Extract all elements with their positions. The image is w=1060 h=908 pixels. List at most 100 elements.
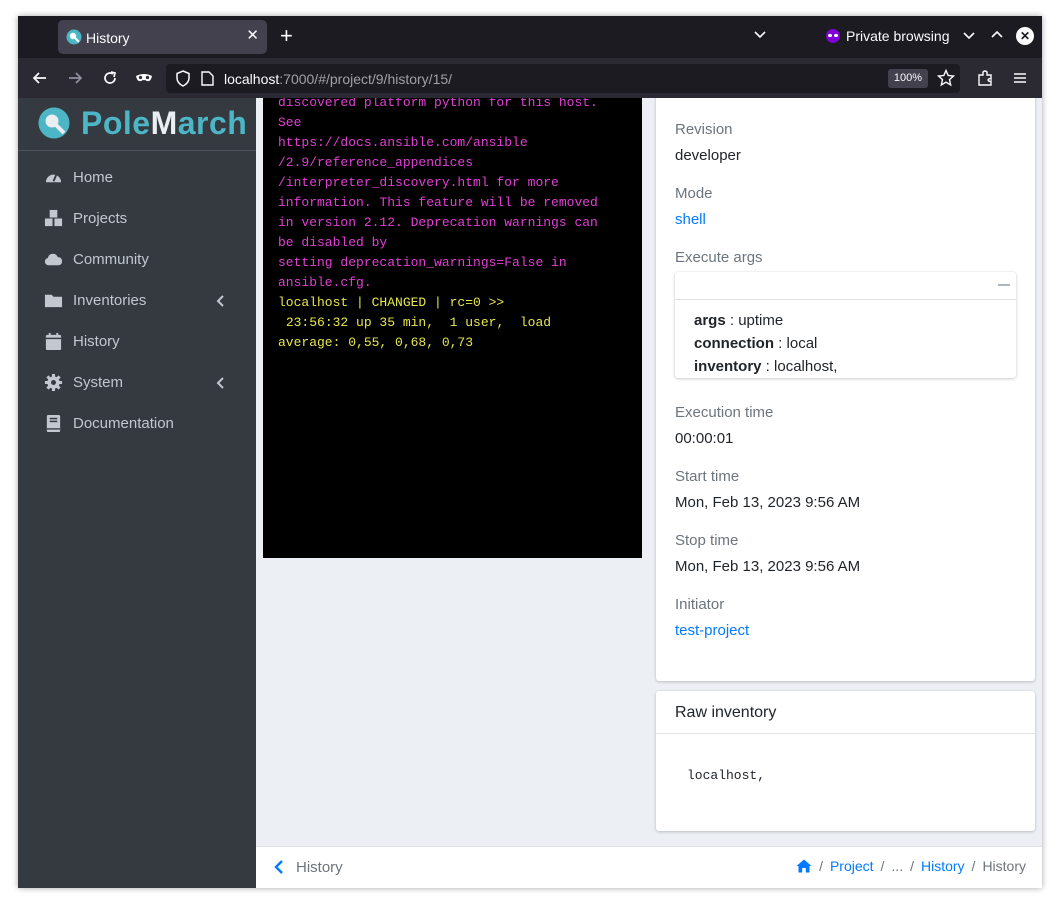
list-all-tabs-icon[interactable] — [753, 28, 767, 42]
breadcrumb-separator: / — [971, 858, 976, 874]
breadcrumb-separator: / — [819, 858, 823, 874]
chevron-left-icon[interactable] — [274, 860, 284, 874]
arg-value: uptime — [738, 312, 784, 329]
mode-link[interactable]: shell — [675, 211, 706, 228]
initiator-label: Initiator — [675, 596, 725, 613]
sidebar-item-history[interactable]: History — [18, 322, 256, 362]
private-mask-icon — [136, 74, 152, 82]
sidebar-item-home[interactable]: Home — [18, 158, 256, 198]
minimize-icon[interactable] — [962, 28, 976, 42]
url-bar[interactable]: localhost:7000/#/project/9/history/15/ 1… — [166, 64, 960, 93]
star-bookmark-icon[interactable] — [937, 69, 955, 87]
extensions-icon[interactable] — [976, 69, 994, 87]
sidebar: PoleMarch Home Projects Community Invent… — [18, 98, 256, 888]
breadcrumb-project[interactable]: Project — [830, 858, 874, 874]
breadcrumb-current: History — [982, 858, 1026, 874]
sidebar-item-label: Documentation — [73, 415, 174, 432]
execution-time-value: 00:00:01 — [675, 430, 734, 447]
reload-icon[interactable] — [101, 69, 119, 87]
execute-args-label: Execute args — [675, 249, 763, 266]
tab-close-icon[interactable]: ✕ — [246, 28, 259, 44]
chevron-left-icon — [216, 295, 224, 307]
new-tab-icon[interactable]: + — [280, 25, 293, 47]
zoom-level-button[interactable]: 100% — [888, 69, 928, 88]
execute-args-box: args : uptime connection : local invento… — [675, 272, 1016, 378]
breadcrumb-separator: / — [880, 858, 885, 874]
arg-row: connection : local — [694, 335, 818, 352]
sidebar-item-community[interactable]: Community — [18, 240, 256, 280]
execution-time-label: Execution time — [675, 404, 774, 421]
chevron-left-icon — [216, 377, 224, 389]
brand-text-m: M — [150, 105, 178, 141]
breadcrumb: / Project /... / History / History — [796, 858, 1026, 874]
start-time-value: Mon, Feb 13, 2023 9:56 AM — [675, 494, 861, 511]
breadcrumb-history[interactable]: History — [921, 858, 965, 874]
collapse-minus-icon[interactable] — [998, 278, 1010, 292]
raw-inventory-title: Raw inventory — [675, 704, 777, 721]
console-line: discovered platform python for this host… — [278, 98, 598, 110]
arg-key: connection — [694, 335, 775, 352]
sidebar-item-documentation[interactable]: Documentation — [18, 404, 256, 444]
console-text: discovered platform python for this host… — [278, 98, 618, 353]
back-button-label[interactable]: History — [296, 859, 343, 876]
raw-inventory-header: Raw inventory — [656, 691, 1035, 734]
stop-time-value: Mon, Feb 13, 2023 9:56 AM — [675, 558, 861, 575]
console-line: in version 2.12. Deprecation warnings ca… — [278, 215, 598, 230]
url-text[interactable]: localhost:7000/#/project/9/history/15/ — [224, 71, 452, 87]
tab-history[interactable]: History ✕ — [58, 20, 267, 54]
brand[interactable]: PoleMarch — [18, 98, 256, 151]
sidebar-item-system[interactable]: System — [18, 363, 256, 403]
tab-title: History — [86, 30, 130, 46]
raw-inventory-content: localhost, — [687, 768, 766, 783]
page-icon[interactable] — [201, 71, 214, 86]
mode-label: Mode — [675, 185, 713, 202]
sidebar-item-label: Community — [73, 251, 149, 268]
url-host: localhost — [224, 71, 280, 87]
arg-key: args — [694, 312, 726, 329]
arg-key: inventory — [694, 358, 762, 375]
maximize-icon[interactable] — [990, 28, 1004, 42]
console-line: /interpreter_discovery.html for more — [278, 175, 559, 190]
page-viewport: PoleMarch Home Projects Community Invent… — [18, 98, 1042, 888]
main-content: discovered platform python for this host… — [256, 98, 1042, 888]
forward-arrow-icon[interactable] — [66, 69, 84, 87]
console-line: setting deprecation_warnings=False in — [278, 255, 567, 270]
console-line: average: 0,55, 0,68, 0,73 — [278, 335, 474, 350]
sidebar-item-inventories[interactable]: Inventories — [18, 281, 256, 321]
brand-text-pole: Pole — [81, 105, 151, 141]
sidebar-item-projects[interactable]: Projects — [18, 199, 256, 239]
sidebar-item-label: History — [73, 333, 120, 350]
console-line: 23:56:32 up 35 min, 1 user, load — [278, 315, 552, 330]
console-line: See — [278, 115, 302, 130]
revision-label: Revision — [675, 121, 733, 138]
breadcrumb-separator: / — [910, 858, 914, 874]
calendar-icon — [45, 332, 62, 351]
tab-bar: History ✕ + Private browsing ✕ — [18, 16, 1042, 58]
raw-inventory-card: Raw inventory localhost, — [656, 691, 1035, 831]
console-line: ansible.cfg. — [278, 275, 372, 290]
polemarch-logo-icon — [38, 107, 70, 139]
sidebar-item-label: Home — [73, 169, 114, 186]
private-browsing-indicator: Private browsing — [826, 28, 950, 44]
navigation-bar: localhost:7000/#/project/9/history/15/ 1… — [18, 58, 1042, 98]
sidebar-item-label: Projects — [73, 210, 128, 227]
back-arrow-icon[interactable] — [31, 69, 49, 87]
brand-text-arch: arch — [177, 105, 248, 141]
window-close-icon[interactable]: ✕ — [1016, 27, 1034, 45]
brand-name: PoleMarch — [81, 105, 247, 142]
tachometer-icon — [45, 174, 62, 183]
polemarch-favicon-icon — [66, 29, 82, 45]
console-output: discovered platform python for this host… — [263, 98, 642, 558]
home-icon[interactable] — [796, 859, 812, 873]
arg-value: local — [786, 335, 818, 352]
shield-icon[interactable] — [175, 70, 191, 87]
book-icon — [46, 414, 61, 433]
breadcrumb-ellipsis[interactable]: ... — [891, 858, 903, 874]
console-line: information. This feature will be remove… — [278, 195, 598, 210]
arg-value: localhost, — [774, 358, 838, 375]
arg-row: inventory : localhost, — [694, 358, 838, 375]
hamburger-menu-icon[interactable] — [1011, 69, 1029, 87]
initiator-link[interactable]: test-project — [675, 622, 749, 639]
private-mask-icon — [826, 29, 840, 43]
stop-time-label: Stop time — [675, 532, 739, 549]
